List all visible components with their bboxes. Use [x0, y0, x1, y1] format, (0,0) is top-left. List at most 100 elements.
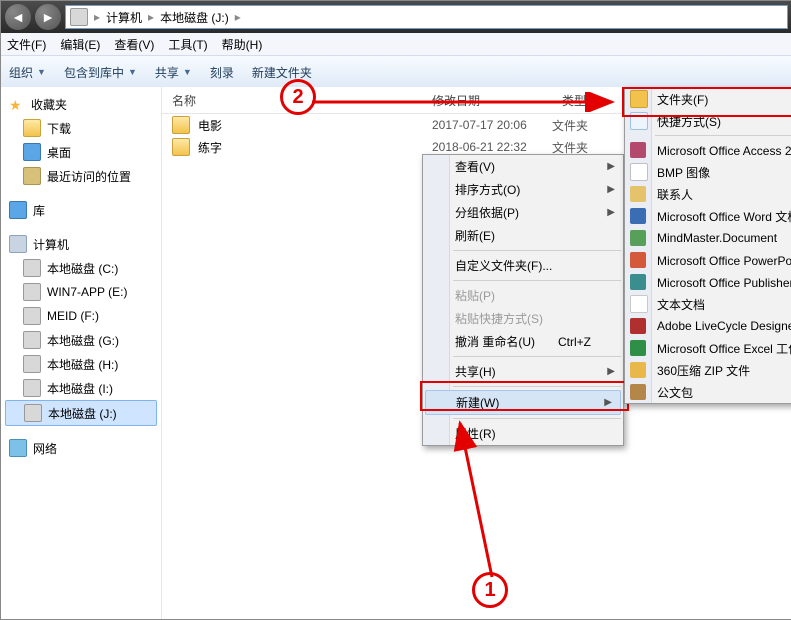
ctx-paste: 粘贴(P)	[423, 284, 623, 307]
sidebar-item-downloads[interactable]: 下载	[1, 116, 161, 140]
breadcrumb-sep-icon: ▸	[235, 10, 241, 24]
bmp-icon	[630, 163, 648, 181]
sidebar-item-desktop[interactable]: 桌面	[1, 140, 161, 164]
drive-icon	[70, 8, 88, 26]
sidebar-item-drive-g[interactable]: 本地磁盘 (G:)	[1, 328, 161, 352]
folder-icon	[630, 90, 648, 108]
new-shortcut[interactable]: 快捷方式(S)	[625, 110, 791, 132]
new-text-doc[interactable]: 文本文档	[625, 293, 791, 315]
menu-tools[interactable]: 工具(T)	[168, 36, 207, 53]
submenu-arrow-icon: ▶	[604, 397, 612, 408]
address-bar[interactable]: ▸ 计算机 ▸ 本地磁盘 (J:) ▸	[65, 5, 788, 29]
drive-icon	[23, 379, 41, 397]
ctx-refresh[interactable]: 刷新(E)	[423, 224, 623, 247]
explorer-window: ◄ ► ▸ 计算机 ▸ 本地磁盘 (J:) ▸ 文件(F) 编辑(E) 查看(V…	[0, 0, 791, 620]
star-icon: ★	[9, 97, 25, 113]
new-briefcase[interactable]: 公文包	[625, 381, 791, 403]
ctx-undo-rename[interactable]: 撤消 重命名(U)Ctrl+Z	[423, 330, 623, 353]
ctx-new[interactable]: 新建(W)▶	[425, 390, 621, 415]
sidebar-item-recent[interactable]: 最近访问的位置	[1, 164, 161, 188]
file-name: 练字	[198, 139, 432, 156]
new-word-doc[interactable]: Microsoft Office Word 文档	[625, 205, 791, 227]
drive-icon	[23, 283, 41, 301]
new-powerpoint[interactable]: Microsoft Office PowerPoint 演示文稿	[625, 249, 791, 271]
column-name[interactable]: 名称	[172, 92, 432, 109]
zip-icon	[630, 362, 646, 378]
new-contact[interactable]: 联系人	[625, 183, 791, 205]
new-folder[interactable]: 文件夹(F)	[625, 88, 791, 110]
breadcrumb-drive[interactable]: 本地磁盘 (J:)	[160, 9, 229, 26]
context-menu: 查看(V)▶ 排序方式(O)▶ 分组依据(P)▶ 刷新(E) 自定义文件夹(F)…	[422, 154, 624, 446]
new-excel[interactable]: Microsoft Office Excel 工作表	[625, 337, 791, 359]
shortcut-icon	[630, 112, 648, 130]
navigation-pane: ★收藏夹 下载 桌面 最近访问的位置 库 计算机 本地磁盘 (C:) WIN7-…	[1, 87, 162, 619]
menu-edit[interactable]: 编辑(E)	[60, 36, 100, 53]
new-publisher[interactable]: Microsoft Office Publisher 文档	[625, 271, 791, 293]
ctx-sortby[interactable]: 排序方式(O)▶	[423, 178, 623, 201]
toolbar-burn[interactable]: 刻录	[210, 64, 234, 81]
file-date: 2017-07-17 20:06	[432, 118, 552, 132]
shortcut-text: Ctrl+Z	[558, 335, 591, 349]
computer-icon	[9, 235, 27, 253]
new-mindmaster[interactable]: MindMaster.Document	[625, 227, 791, 249]
nav-back-button[interactable]: ◄	[5, 4, 31, 30]
publisher-icon	[630, 274, 646, 290]
new-access-db[interactable]: Microsoft Office Access 2007 数据库	[625, 139, 791, 161]
new-zip[interactable]: 360压缩 ZIP 文件	[625, 359, 791, 381]
menu-file[interactable]: 文件(F)	[7, 36, 46, 53]
sidebar-item-drive-j[interactable]: 本地磁盘 (J:)	[5, 400, 157, 426]
nav-forward-button[interactable]: ►	[35, 4, 61, 30]
text-icon	[630, 295, 648, 313]
submenu-arrow-icon: ▶	[607, 207, 615, 218]
ctx-groupby[interactable]: 分组依据(P)▶	[423, 201, 623, 224]
ctx-view[interactable]: 查看(V)▶	[423, 155, 623, 178]
sidebar-libraries[interactable]: 库	[1, 198, 161, 222]
desktop-icon	[23, 143, 41, 161]
recent-icon	[23, 167, 41, 185]
ctx-properties[interactable]: 属性(R)	[423, 422, 623, 445]
sidebar-item-drive-i[interactable]: 本地磁盘 (I:)	[1, 376, 161, 400]
toolbar-new-folder[interactable]: 新建文件夹	[252, 64, 312, 81]
toolbar-include-in-library[interactable]: 包含到库中▼	[64, 64, 137, 81]
livecycle-icon	[630, 318, 646, 334]
submenu-arrow-icon: ▶	[607, 366, 615, 377]
sidebar-item-drive-h[interactable]: 本地磁盘 (H:)	[1, 352, 161, 376]
breadcrumb-sep-icon: ▸	[94, 10, 100, 24]
new-livecycle[interactable]: Adobe LiveCycle Designer Document	[625, 315, 791, 337]
folder-icon	[23, 119, 41, 137]
ctx-customize-folder[interactable]: 自定义文件夹(F)...	[423, 254, 623, 277]
nav-bar: ◄ ► ▸ 计算机 ▸ 本地磁盘 (J:) ▸	[1, 1, 791, 33]
new-submenu: 文件夹(F) 快捷方式(S) Microsoft Office Access 2…	[624, 87, 791, 404]
new-bmp[interactable]: BMP 图像	[625, 161, 791, 183]
sidebar-network[interactable]: 网络	[1, 436, 161, 460]
sidebar-computer[interactable]: 计算机	[1, 232, 161, 256]
toolbar-share[interactable]: 共享▼	[155, 64, 192, 81]
library-icon	[9, 201, 27, 219]
powerpoint-icon	[630, 252, 646, 268]
column-date[interactable]: 修改日期	[432, 92, 562, 109]
file-list-area[interactable]: 名称 修改日期 类型 大小 电影 2017-07-17 20:06 文件夹 练字…	[162, 87, 791, 619]
submenu-arrow-icon: ▶	[607, 184, 615, 195]
toolbar-organize[interactable]: 组织▼	[9, 64, 46, 81]
sidebar-item-drive-e[interactable]: WIN7-APP (E:)	[1, 280, 161, 304]
sidebar-favorites[interactable]: ★收藏夹	[1, 93, 161, 116]
drive-icon	[24, 404, 42, 422]
drive-icon	[23, 331, 41, 349]
drive-icon	[23, 307, 41, 325]
file-name: 电影	[198, 117, 432, 134]
drive-icon	[23, 355, 41, 373]
breadcrumb-computer[interactable]: 计算机	[106, 9, 142, 26]
mindmaster-icon	[630, 230, 646, 246]
breadcrumb-sep-icon: ▸	[148, 10, 154, 24]
submenu-arrow-icon: ▶	[607, 161, 615, 172]
sidebar-item-drive-f[interactable]: MEID (F:)	[1, 304, 161, 328]
menu-help[interactable]: 帮助(H)	[222, 36, 263, 53]
folder-icon	[172, 138, 190, 156]
menu-view[interactable]: 查看(V)	[114, 36, 154, 53]
ctx-share[interactable]: 共享(H)▶	[423, 360, 623, 383]
annotation-number-1: 1	[472, 572, 508, 608]
briefcase-icon	[630, 384, 646, 400]
word-icon	[630, 208, 646, 224]
sidebar-item-drive-c[interactable]: 本地磁盘 (C:)	[1, 256, 161, 280]
access-icon	[630, 142, 646, 158]
